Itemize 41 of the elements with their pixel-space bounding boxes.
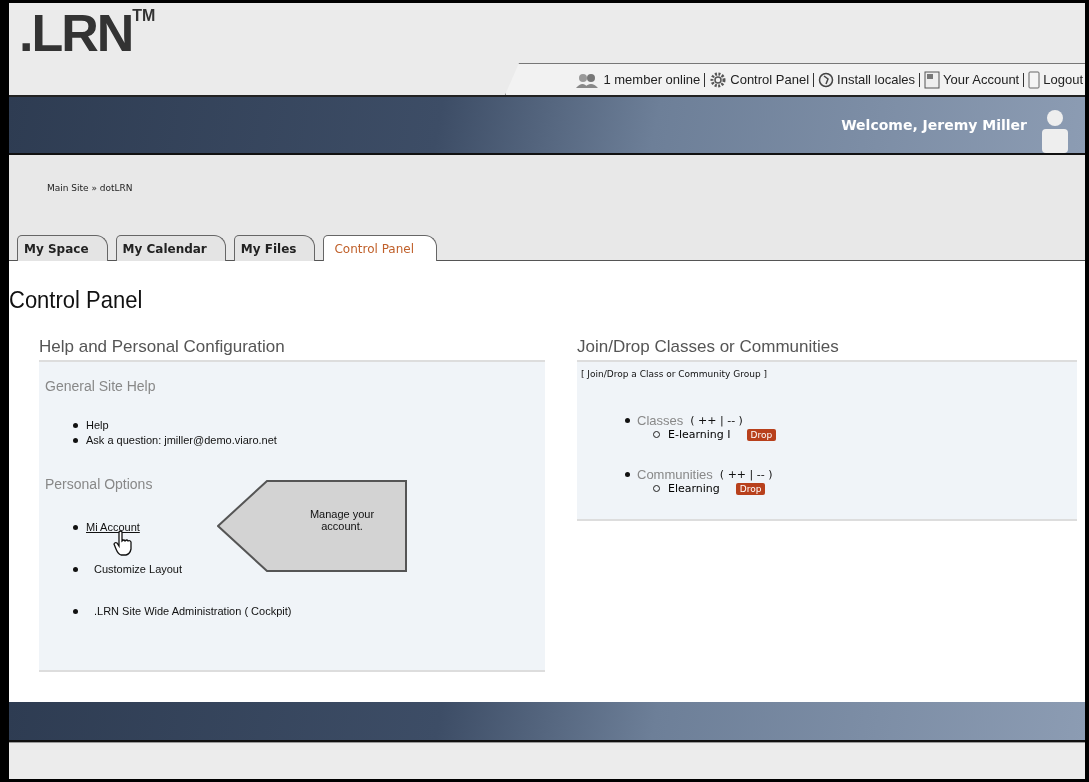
list-item-text: Help [86,418,109,433]
account-icon [924,70,941,89]
list-item-text: .LRN Site Wide Administration ( Cockpit) [94,603,292,619]
bullet-icon [73,423,78,428]
bullet-icon [73,608,78,614]
bullet-icon [625,418,630,423]
page-title: Control Panel [9,285,144,315]
drop-button[interactable]: Drop [746,428,777,441]
bullet-icon [625,472,630,477]
tab[interactable]: My Space [17,235,108,261]
logo-text: .LRN$^{TM}$ [19,3,156,63]
gear-icon [709,70,728,89]
bullet-icon [73,524,78,530]
account-link[interactable]: Mi Account [86,520,140,533]
callout-text: Manage your account. [308,508,376,532]
tab[interactable]: Control Panel [323,235,437,261]
top-link[interactable]: Your Account [924,70,1020,89]
top-link[interactable]: Logout [1028,70,1083,89]
drop-button[interactable]: Drop [735,482,766,495]
globe-icon [818,71,835,88]
list-item-text: Customize Layout [94,561,183,577]
door-icon [1028,70,1041,89]
tab[interactable]: My Files [233,235,316,261]
add-remove-links[interactable]: ( ++ | -- ) [719,468,773,481]
list-item-text: Ask a question: jmiller@demo.viaro.net [86,433,277,448]
welcome-text: Welcome, Jeremy Miller [841,117,1027,133]
section-title: Personal Options [45,476,154,492]
group-name: E-learning I [668,428,731,441]
add-remove-links[interactable]: ( ++ | -- ) [690,414,743,427]
top-link[interactable]: Control Panel [709,70,810,89]
section-title: General Site Help [45,378,157,394]
bullet-icon [73,566,78,572]
bullet-icon [73,438,78,443]
group-name: Elearning [668,482,720,495]
hand-cursor-icon [112,529,134,556]
top-link[interactable]: Install locales [818,71,916,88]
people-icon [574,71,601,88]
top-link[interactable]: 1 member online [574,71,701,88]
join-drop-link[interactable]: [ Join/Drop a Class or Community Group ] [581,369,767,379]
breadcrumb[interactable]: Main Site » dotLRN [47,183,133,193]
tab[interactable]: My Calendar [115,235,226,261]
